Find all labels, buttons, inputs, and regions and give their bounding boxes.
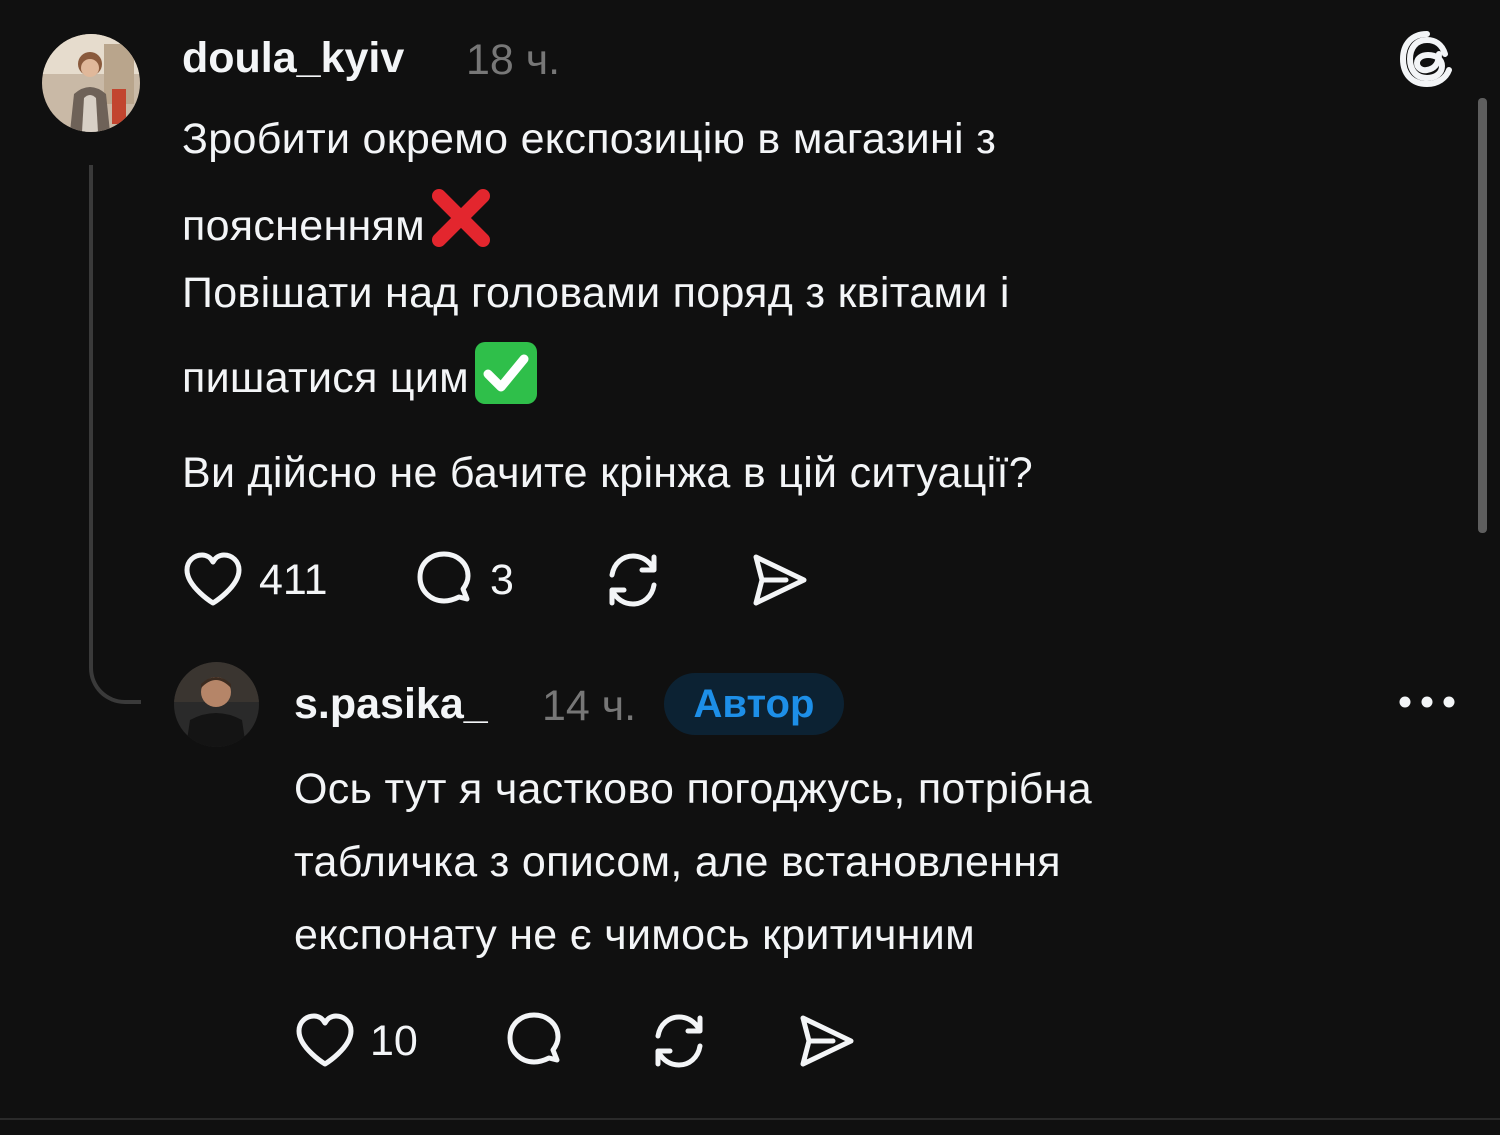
red-cross-emoji-icon xyxy=(429,186,493,250)
author-badge: Автор xyxy=(664,673,844,735)
heart-icon[interactable] xyxy=(294,1010,356,1072)
post-text-line-2: поясненням xyxy=(182,186,493,253)
reply-text-line-2: табличка з описом, але встановлення xyxy=(294,838,1061,886)
avatar-s-pasika[interactable] xyxy=(174,662,259,747)
repost-icon[interactable] xyxy=(602,549,664,611)
reply-count: 3 xyxy=(490,556,514,604)
heart-icon[interactable] xyxy=(182,549,244,611)
post-text-line-2-text: поясненням xyxy=(182,202,425,250)
bottom-divider xyxy=(0,1118,1500,1120)
post-time: 18 ч. xyxy=(466,36,561,84)
post-text-line-3: Повішати над головами поряд з квітами і xyxy=(182,269,1010,317)
send-icon[interactable] xyxy=(795,1010,857,1072)
reply-text-line-1: Ось тут я частково погоджусь, потрібна xyxy=(294,765,1092,813)
username[interactable]: doula_kyiv xyxy=(182,32,404,84)
avatar-doula-kyiv[interactable] xyxy=(42,34,140,132)
reply-time: 14 ч. xyxy=(542,682,637,730)
more-dots-icon[interactable] xyxy=(1396,690,1458,714)
scrollbar[interactable] xyxy=(1478,98,1487,533)
reply-like-count: 10 xyxy=(370,1017,418,1065)
repost-icon[interactable] xyxy=(648,1010,710,1072)
green-checkmark-emoji-icon xyxy=(473,340,539,406)
comment-bubble-icon[interactable] xyxy=(503,1010,565,1072)
post-text-line-4: пишатися цим xyxy=(182,340,539,406)
thread-connector-line xyxy=(89,165,141,704)
comment-bubble-icon[interactable] xyxy=(413,549,475,611)
reply-username[interactable]: s.pasika_ xyxy=(294,678,488,730)
send-icon[interactable] xyxy=(748,549,810,611)
threads-logo-icon[interactable] xyxy=(1396,28,1458,90)
post-text-line-4-text: пишатися цим xyxy=(182,354,470,402)
reply-text-line-3: експонату не є чимось критичним xyxy=(294,911,975,959)
post-text-line-1: Зробити окремо експозицію в магазині з xyxy=(182,115,997,163)
post-text-line-5: Ви дійсно не бачите крінжа в цій ситуаці… xyxy=(182,449,1033,497)
like-count: 411 xyxy=(259,556,328,604)
